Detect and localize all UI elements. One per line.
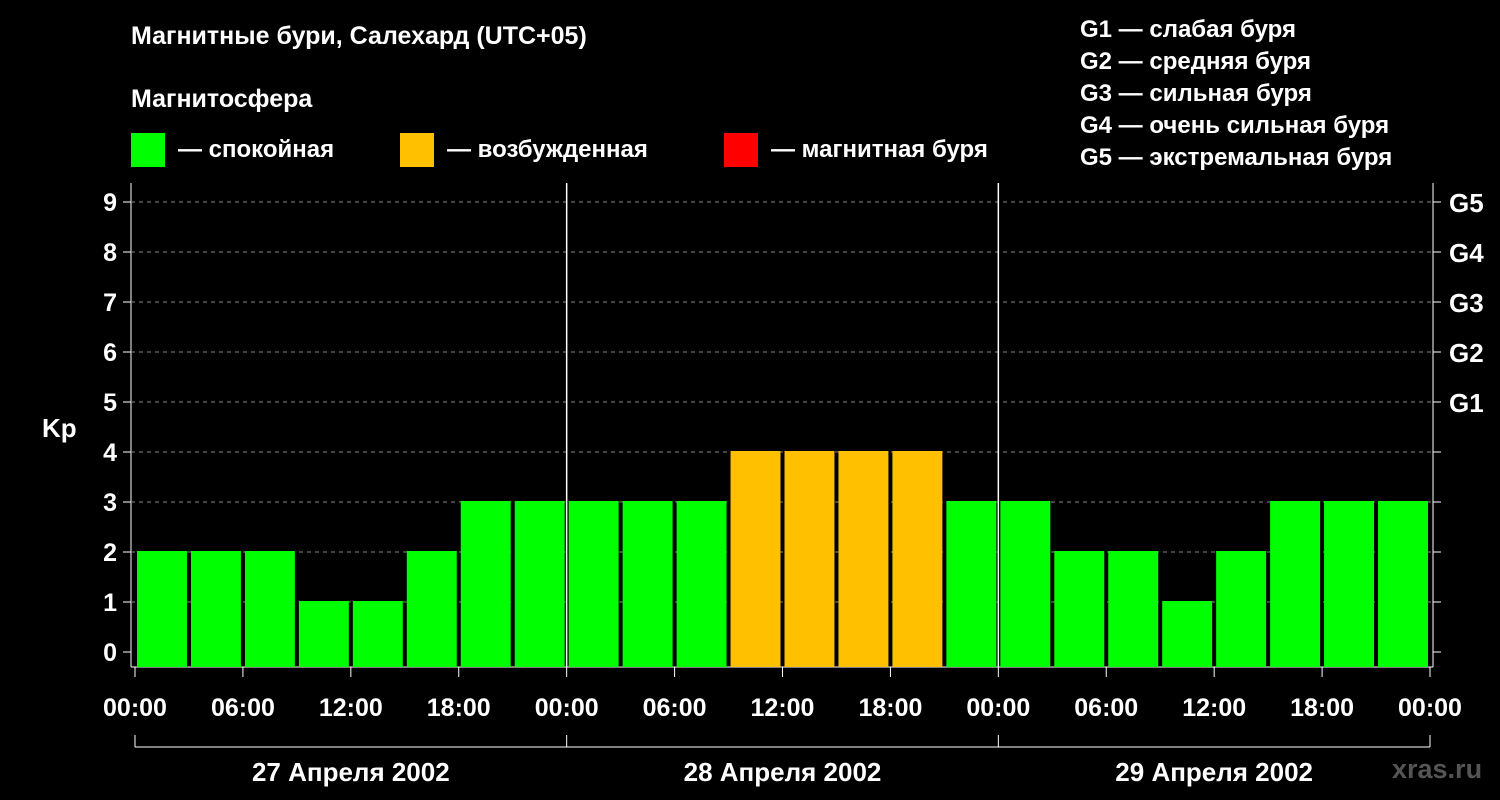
y-tick-label: 2 (103, 539, 117, 567)
kp-bar (622, 501, 673, 667)
x-tick-label: 12:00 (319, 694, 383, 722)
y-tick-label: 3 (103, 489, 117, 517)
y-tick-label: 8 (103, 239, 117, 267)
kp-bar (568, 501, 619, 667)
y-tick-label: 1 (103, 589, 117, 617)
kp-bar (1378, 501, 1428, 667)
kp-bar (892, 451, 943, 667)
y-tick-label: 0 (103, 639, 117, 667)
x-tick-label: 06:00 (643, 694, 707, 722)
kp-bar (190, 551, 241, 667)
x-tick-label: 06:00 (1074, 694, 1138, 722)
storm-level-tick-label: G5 (1449, 188, 1484, 218)
storm-level-tick-label: G3 (1449, 288, 1484, 318)
x-tick-label: 12:00 (1182, 694, 1246, 722)
x-tick-label: 00:00 (103, 694, 167, 722)
kp-bar (1162, 601, 1213, 667)
kp-bar (1054, 551, 1105, 667)
kp-bar-chart: 0 1 2 3 4 5 6 7 8 9 G1 G2 G3 G4 G5 00:00 06:00 12:00 18:00… (103, 183, 1484, 787)
kp-bar (514, 501, 565, 667)
kp-bar (1216, 551, 1267, 667)
y-tick-label: 7 (103, 289, 117, 317)
storm-level-tick-label: G4 (1449, 238, 1484, 268)
x-tick-label: 06:00 (211, 694, 275, 722)
storm-level-tick-label: G1 (1449, 388, 1484, 418)
kp-bar (352, 601, 403, 667)
x-tick-label: 00:00 (966, 694, 1030, 722)
kp-bar (1270, 501, 1321, 667)
kp-bar (137, 551, 187, 667)
y-tick-label: 9 (103, 189, 117, 217)
day-label: 27 Апреля 2002 (252, 757, 450, 787)
kp-bar (676, 501, 727, 667)
x-tick-label: 00:00 (535, 694, 599, 722)
kp-bar (1000, 501, 1051, 667)
x-tick-label: 12:00 (751, 694, 815, 722)
kp-bar (784, 451, 835, 667)
kp-bar (244, 551, 295, 667)
storm-level-tick-label: G2 (1449, 338, 1484, 368)
kp-bar (460, 501, 511, 667)
kp-bar (946, 501, 997, 667)
x-tick-label: 00:00 (1398, 694, 1462, 722)
kp-bar (1324, 501, 1375, 667)
kp-bar (1108, 551, 1159, 667)
y-tick-label: 5 (103, 389, 117, 417)
y-tick-label: 6 (103, 339, 117, 367)
day-label: 28 Апреля 2002 (684, 757, 882, 787)
kp-bar (838, 451, 889, 667)
kp-bar (730, 451, 781, 667)
x-tick-label: 18:00 (858, 694, 922, 722)
x-tick-label: 18:00 (427, 694, 491, 722)
y-tick-label: 4 (103, 439, 117, 467)
day-label: 29 Апреля 2002 (1115, 757, 1313, 787)
kp-bar (298, 601, 349, 667)
x-tick-label: 18:00 (1290, 694, 1354, 722)
kp-bar (406, 551, 457, 667)
